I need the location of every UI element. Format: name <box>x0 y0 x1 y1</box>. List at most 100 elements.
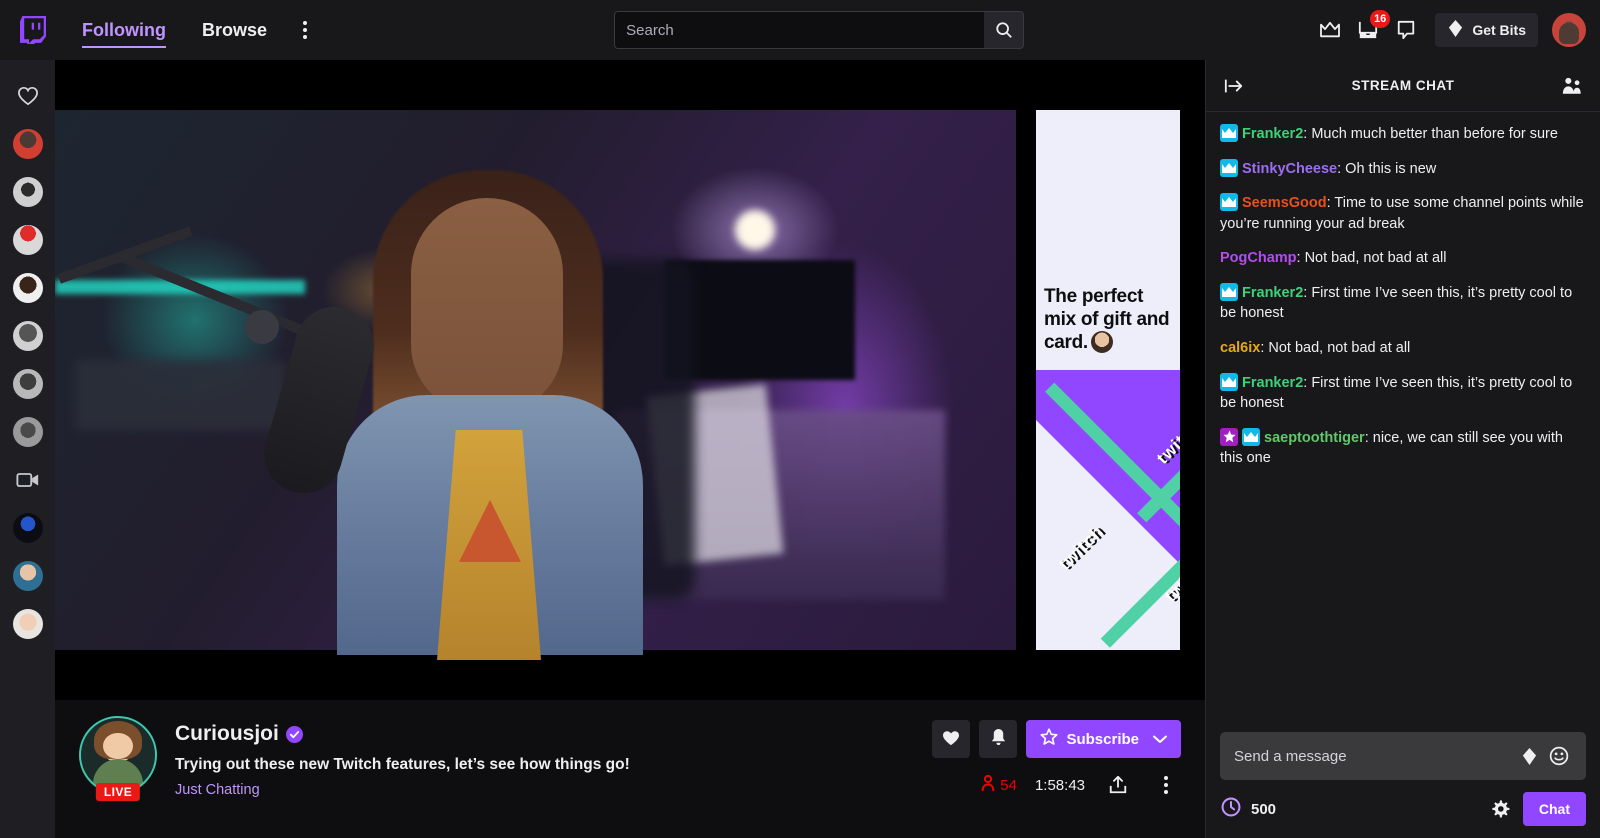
chat-message: StinkyCheese: Oh this is new <box>1220 158 1586 180</box>
chat-message-list[interactable]: Franker2: Much much better than before f… <box>1206 112 1600 732</box>
ad-headline: The perfect mix of gift and card. <box>1044 285 1172 355</box>
heart-icon[interactable] <box>0 72 55 120</box>
channel-points-icon <box>1220 796 1242 823</box>
share-upload-icon[interactable] <box>1103 770 1133 800</box>
channel-name[interactable]: Curiousjoi <box>175 722 279 746</box>
community-users-icon[interactable] <box>1558 72 1586 100</box>
stream-chat-panel: STREAM CHAT Franker2: Much much better t… <box>1205 60 1600 838</box>
viewer-count-value: 54 <box>1000 776 1017 794</box>
ad-thumbnail-icon <box>1090 331 1113 354</box>
subscriber-badge-icon <box>1220 372 1238 391</box>
chat-username[interactable]: cal6ix <box>1220 340 1260 356</box>
chat-message: Franker2: Much much better than before f… <box>1220 124 1586 145</box>
channel-meta: Curiousjoi Trying out these new Twitch f… <box>175 716 630 798</box>
sidebar-item-followed-channel-9[interactable] <box>0 552 55 600</box>
chat-title: STREAM CHAT <box>1351 78 1455 93</box>
get-bits-label: Get Bits <box>1472 22 1526 38</box>
chat-text: : Not bad, not bad at all <box>1296 250 1447 267</box>
channel-info-bar: LIVE Curiousjoi Trying out these new Twi… <box>55 700 1205 838</box>
bell-icon <box>990 728 1007 750</box>
sidebar-item-followed-channel-10[interactable] <box>0 600 55 648</box>
channel-points-value: 500 <box>1251 800 1277 818</box>
ad-wordmark: twitch <box>1054 521 1108 574</box>
nav-tab-label: Following <box>82 19 166 40</box>
collapse-right-icon[interactable] <box>1220 72 1248 100</box>
sidebar-item-followed-channel-6[interactable] <box>0 360 55 408</box>
stream-title: Trying out these new Twitch features, le… <box>175 756 630 773</box>
user-avatar[interactable] <box>1552 13 1586 47</box>
top-navigation-bar: Following Browse 16 <box>0 0 1600 60</box>
subscriber-badge-icon <box>1220 282 1238 301</box>
sidebar-item-followed-channel-8[interactable] <box>0 504 55 552</box>
channel-action-buttons: Subscribe <box>932 720 1181 758</box>
chevron-down-icon[interactable] <box>1153 731 1167 748</box>
nav-right-group: 16 Get Bits <box>1313 10 1586 47</box>
chat-username[interactable]: PogChamp <box>1220 250 1297 266</box>
stream-uptime: 1:58:43 <box>1034 776 1085 794</box>
sidebar-item-followed-channel-1[interactable] <box>0 120 55 168</box>
get-bits-button[interactable]: Get Bits <box>1435 13 1538 47</box>
chat-header: STREAM CHAT <box>1206 60 1600 112</box>
chat-text: : Not bad, not bad at all <box>1260 340 1411 357</box>
more-vertical-icon[interactable] <box>285 0 325 60</box>
chat-text: : Much much better than before for sure <box>1303 126 1558 142</box>
sidebar-item-followed-channel-3[interactable] <box>0 216 55 264</box>
subscriber-badge-icon <box>1242 427 1260 446</box>
video-camera-icon[interactable] <box>0 456 55 504</box>
channel-points-button[interactable]: 500 <box>1220 796 1276 823</box>
send-chat-button[interactable]: Chat <box>1522 792 1586 826</box>
subscribe-label: Subscribe <box>1066 730 1139 748</box>
inbox-icon[interactable]: 16 <box>1351 10 1391 47</box>
chat-message: PogChamp: Not bad, not bad at all <box>1220 248 1586 269</box>
bits-diamond-icon <box>1447 19 1464 41</box>
chat-message-input[interactable] <box>1234 747 1512 765</box>
verified-check-icon <box>285 725 303 743</box>
twitch-logo-icon[interactable] <box>14 11 52 49</box>
subscriber-badge-icon <box>1220 193 1238 212</box>
sidebar-item-followed-channel-2[interactable] <box>0 168 55 216</box>
chat-username[interactable]: Franker2 <box>1242 285 1303 301</box>
chat-input-container[interactable] <box>1220 732 1586 780</box>
chat-text: : Oh this is new <box>1337 160 1437 177</box>
stream-category[interactable]: Just Chatting <box>175 782 630 798</box>
subscribe-button[interactable]: Subscribe <box>1026 720 1181 758</box>
chat-username[interactable]: Franker2 <box>1242 126 1303 142</box>
sidebar-item-followed-channel-4[interactable] <box>0 264 55 312</box>
chat-username[interactable]: SeemsGood <box>1242 195 1327 211</box>
nav-tab-label: Browse <box>201 19 268 40</box>
sidebar-item-followed-channel-7[interactable] <box>0 408 55 456</box>
follow-button[interactable] <box>932 720 971 758</box>
main-content: The perfect mix of gift and card. Buy a … <box>55 60 1205 838</box>
chat-username[interactable]: saeptoothtiger <box>1264 430 1365 446</box>
message-icon[interactable] <box>1389 13 1423 47</box>
video-player[interactable]: The perfect mix of gift and card. Buy a … <box>55 60 1205 700</box>
nav-left-group: Following Browse <box>14 0 325 60</box>
more-vertical-icon[interactable] <box>1151 770 1181 800</box>
emote-smiley-icon[interactable] <box>1546 743 1572 769</box>
nav-tab-browse[interactable]: Browse <box>184 0 285 60</box>
stream-video-frame <box>55 110 1016 660</box>
gift-card-ad-panel[interactable]: The perfect mix of gift and card. Buy a … <box>1036 110 1180 650</box>
notification-badge: 16 <box>1370 10 1391 28</box>
nav-tab-following[interactable]: Following <box>64 0 184 60</box>
search-icon[interactable] <box>984 11 1025 49</box>
chat-message: cal6ix: Not bad, not bad at all <box>1220 338 1586 359</box>
chat-username[interactable]: StinkyCheese <box>1242 161 1337 177</box>
app-body: The perfect mix of gift and card. Buy a … <box>0 60 1600 838</box>
channel-avatar-wrapper[interactable]: LIVE <box>79 716 157 801</box>
gear-icon[interactable] <box>1485 794 1515 824</box>
bits-diamond-icon[interactable] <box>1516 743 1542 769</box>
chat-username[interactable]: Franker2 <box>1242 375 1303 391</box>
heart-icon <box>942 730 960 749</box>
chat-message: saeptoothtiger: nice, we can still see y… <box>1220 427 1586 469</box>
search-input[interactable] <box>614 11 985 49</box>
twitch-app: Following Browse 16 <box>0 0 1600 838</box>
star-icon <box>1040 728 1059 750</box>
crown-icon[interactable] <box>1313 13 1347 47</box>
live-badge: LIVE <box>95 783 141 801</box>
chat-message: SeemsGood: Time to use some channel poin… <box>1220 193 1586 234</box>
notify-button[interactable] <box>979 720 1018 758</box>
sidebar-item-followed-channel-5[interactable] <box>0 312 55 360</box>
channel-stats: 54 1:58:43 <box>981 770 1181 800</box>
search-container <box>325 11 1313 49</box>
